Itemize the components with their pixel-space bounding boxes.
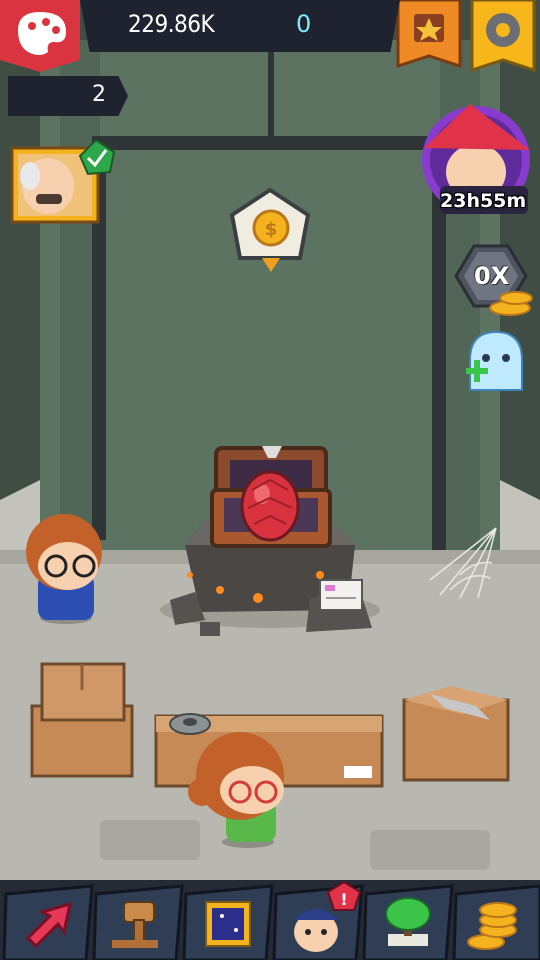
chest-button[interactable]	[210, 444, 332, 548]
note-paper	[319, 579, 363, 611]
palette-button[interactable]	[0, 0, 80, 70]
nav-upgrade-button[interactable]	[4, 888, 88, 960]
star-book-button[interactable]	[398, 0, 460, 66]
coin-amount: 229.86K	[128, 10, 215, 38]
painting-frame-icon-slot	[22, 84, 44, 106]
level-number: 2	[92, 82, 106, 107]
crate-right	[402, 686, 510, 782]
add-helper-button[interactable]	[462, 330, 526, 394]
nav-shop-button[interactable]	[454, 888, 538, 960]
nav-build-button[interactable]	[94, 888, 178, 960]
gem-amount: 0	[296, 10, 312, 38]
settings-button[interactable]	[472, 0, 534, 70]
coin-sign-button[interactable]	[230, 188, 312, 274]
manager-button[interactable]	[12, 140, 116, 224]
nav-gallery-button[interactable]	[184, 888, 268, 960]
event-timer: 23h55m	[440, 190, 527, 212]
crate-stack-left	[30, 662, 134, 778]
multiplier-label: 0X	[474, 262, 510, 290]
nav-staff-button[interactable]	[274, 888, 358, 960]
nav-decor-button[interactable]	[364, 888, 448, 960]
